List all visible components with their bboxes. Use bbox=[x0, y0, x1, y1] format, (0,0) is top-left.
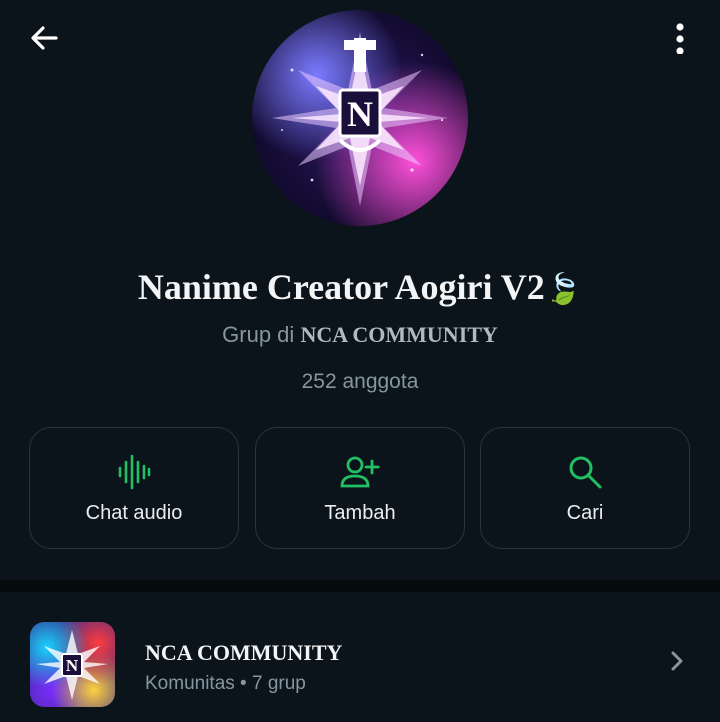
audio-chat-button[interactable]: Chat audio bbox=[29, 427, 239, 549]
action-buttons: Chat audio Tambah Cari bbox=[29, 427, 691, 550]
community-avatar: N bbox=[30, 622, 115, 707]
add-person-icon bbox=[340, 456, 380, 488]
community-meta: Komunitas • 7 grup bbox=[145, 673, 306, 694]
audio-chat-label: Chat audio bbox=[85, 502, 183, 524]
add-member-button[interactable]: Tambah bbox=[255, 427, 465, 549]
search-icon bbox=[569, 456, 602, 489]
group-subtitle: Grup di NCA COMMUNITY bbox=[0, 322, 720, 348]
community-row[interactable]: N NCA COMMUNITY Komunitas • 7 grup bbox=[0, 592, 720, 722]
group-avatar[interactable]: N bbox=[252, 10, 468, 226]
more-vertical-icon bbox=[676, 23, 684, 54]
add-member-label: Tambah bbox=[324, 502, 396, 524]
chevron-right-icon bbox=[671, 651, 683, 671]
avatar-letter: N bbox=[347, 94, 373, 134]
back-button[interactable] bbox=[22, 18, 66, 58]
member-count: 252 anggota bbox=[301, 370, 419, 393]
subtitle-community[interactable]: NCA COMMUNITY bbox=[300, 322, 497, 347]
community-logo-emblem: N bbox=[36, 630, 108, 700]
community-avatar-letter: N bbox=[66, 656, 79, 675]
subtitle-prefix: Grup di bbox=[222, 322, 295, 347]
community-name: NCA COMMUNITY bbox=[145, 640, 343, 665]
group-name-text: Nanime Creator Aogiri V2 bbox=[137, 267, 545, 307]
community-chevron bbox=[670, 650, 684, 677]
audio-wave-icon bbox=[118, 454, 151, 490]
more-options-button[interactable] bbox=[658, 18, 702, 58]
search-label: Cari bbox=[566, 502, 604, 524]
arrow-left-icon bbox=[31, 26, 58, 50]
group-name: Nanime Creator Aogiri V2🍃 bbox=[0, 266, 720, 308]
leaf-emoji: 🍃 bbox=[544, 272, 583, 307]
group-logo-emblem: N bbox=[272, 32, 448, 206]
search-button[interactable]: Cari bbox=[480, 427, 690, 549]
section-divider bbox=[0, 580, 720, 592]
